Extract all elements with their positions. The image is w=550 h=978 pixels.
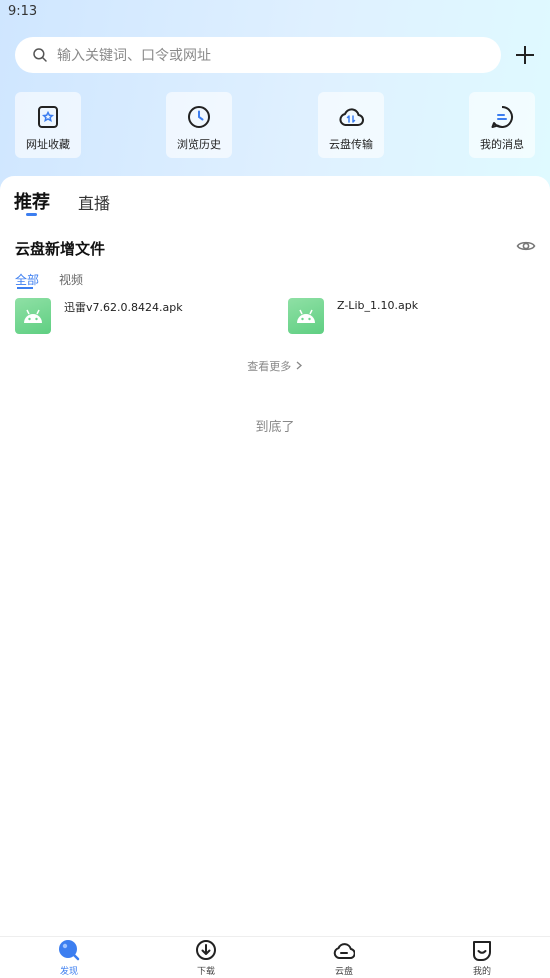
quick-action-messages[interactable]: 我的消息 xyxy=(469,92,535,158)
clock-icon xyxy=(188,106,210,128)
file-name: Z-Lib_1.10.apk xyxy=(337,299,419,312)
nav-label: 我的 xyxy=(472,967,491,977)
tab-indicator xyxy=(26,213,37,216)
nav-discover[interactable]: 发现 xyxy=(39,939,99,977)
nav-label: 下载 xyxy=(196,967,215,977)
view-more-label: 查看更多 xyxy=(247,360,292,373)
file-name: 迅雷v7.62.0.8424.apk xyxy=(64,301,183,314)
nav-label: 发现 xyxy=(59,967,78,977)
file-item[interactable]: Z-Lib_1.10.apk xyxy=(288,298,418,334)
search-icon xyxy=(33,48,47,62)
view-more-link[interactable]: 查看更多 xyxy=(0,358,550,374)
nav-cloud[interactable]: 云盘 xyxy=(314,939,374,977)
add-button[interactable] xyxy=(511,41,539,69)
android-icon xyxy=(288,298,324,334)
chevron-right-icon xyxy=(295,360,303,373)
main-content: 推荐 直播 云盘新增文件 全部 视频 迅雷v7.62.0.8424.apk Z-… xyxy=(0,176,550,936)
header-background xyxy=(0,0,550,200)
status-time: 9:13 xyxy=(8,4,38,19)
subtab-video[interactable]: 视频 xyxy=(59,271,83,288)
tab-recommend[interactable]: 推荐 xyxy=(14,188,50,214)
nav-label: 云盘 xyxy=(334,967,353,977)
subtab-indicator xyxy=(17,287,33,289)
file-item[interactable]: 迅雷v7.62.0.8424.apk xyxy=(15,298,183,334)
bookmark-star-icon xyxy=(38,106,58,128)
subtab-all[interactable]: 全部 xyxy=(15,271,39,288)
end-of-list-label: 到底了 xyxy=(255,420,295,435)
download-icon xyxy=(196,940,216,960)
quick-action-label: 云盘传输 xyxy=(329,138,373,151)
plus-icon xyxy=(516,46,534,64)
bottom-navigation: 发现 下载 云盘 我的 xyxy=(0,936,550,978)
android-icon xyxy=(15,298,51,334)
discover-icon xyxy=(59,940,80,961)
eye-icon[interactable] xyxy=(516,238,536,254)
section-title: 云盘新增文件 xyxy=(15,240,106,258)
nav-download[interactable]: 下载 xyxy=(176,939,236,977)
tab-live[interactable]: 直播 xyxy=(78,190,110,214)
quick-action-bookmarks[interactable]: 网址收藏 xyxy=(15,92,81,158)
cloud-transfer-icon xyxy=(339,108,364,126)
quick-action-label: 网址收藏 xyxy=(26,138,70,151)
quick-action-cloud-transfer[interactable]: 云盘传输 xyxy=(318,92,384,158)
quick-action-label: 浏览历史 xyxy=(177,138,221,151)
search-input[interactable]: 输入关键词、口令或网址 xyxy=(15,37,501,73)
message-icon xyxy=(491,106,513,128)
profile-icon xyxy=(473,941,491,961)
quick-action-label: 我的消息 xyxy=(480,138,524,151)
search-placeholder: 输入关键词、口令或网址 xyxy=(57,48,211,64)
cloud-icon xyxy=(333,943,355,960)
nav-profile[interactable]: 我的 xyxy=(452,939,512,977)
quick-action-history[interactable]: 浏览历史 xyxy=(166,92,232,158)
